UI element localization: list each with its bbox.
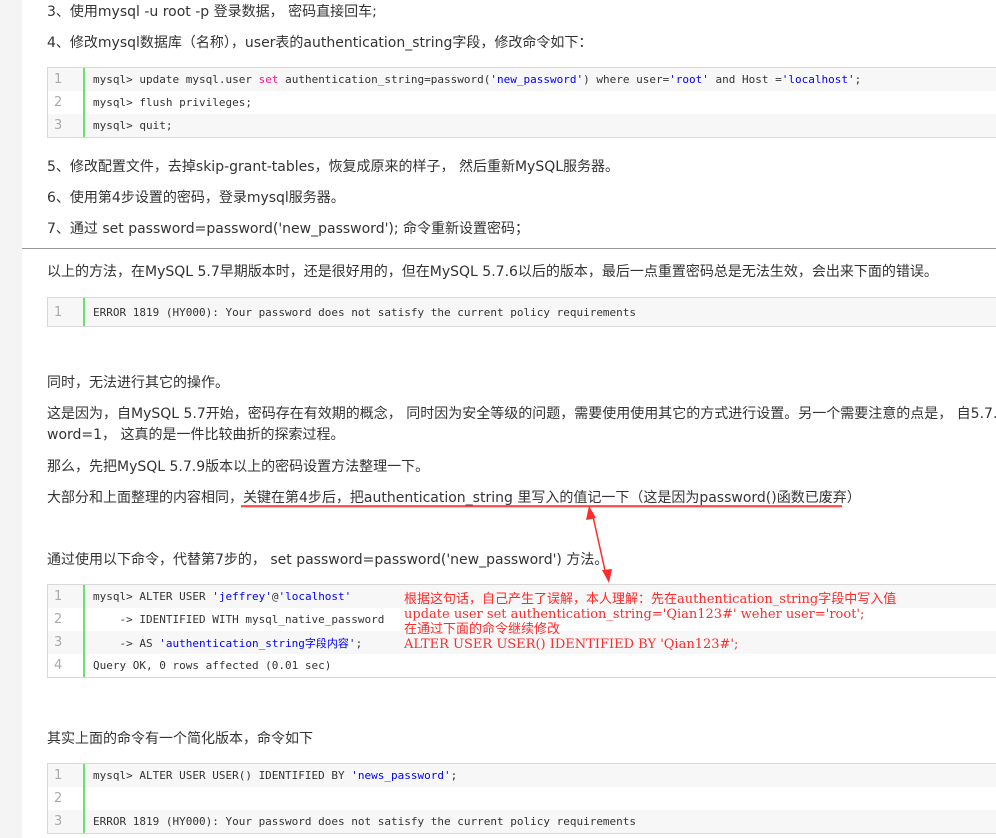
code-line: 2 mysql> flush privileges; bbox=[48, 91, 996, 114]
intro-paragraph: 以上的方法，在MySQL 5.7早期版本时，还是很好用的，但在MySQL 5.7… bbox=[47, 264, 938, 280]
line-number: 1 bbox=[48, 68, 85, 91]
step-7: 7、通过 set password=password('new_password… bbox=[47, 221, 530, 237]
line-number: 3 bbox=[48, 114, 85, 137]
step-4: 4、修改mysql数据库（名称），user表的authentication_st… bbox=[47, 35, 593, 51]
code-line: 3 ERROR 1819 (HY000): Your password does… bbox=[48, 810, 996, 833]
line-number: 1 bbox=[48, 764, 85, 787]
line-number: 3 bbox=[48, 810, 85, 833]
code-block-error: 1 ERROR 1819 (HY000): Your password does… bbox=[47, 297, 996, 327]
code-text: mysql> ALTER USER USER() IDENTIFIED BY '… bbox=[93, 769, 458, 782]
paragraph-most-start: 大部分和上面整理的内容相同， bbox=[47, 490, 243, 506]
red-annotation: 根据这句话，自己产生了误解，本人理解：先在authentication_stri… bbox=[404, 592, 896, 652]
code-text: -> AS 'authentication_string字段内容'; bbox=[93, 636, 363, 650]
code-block-simple: 1 mysql> ALTER USER USER() IDENTIFIED BY… bbox=[47, 763, 996, 834]
paragraph-because-line1: 这是因为，自MySQL 5.7开始，密码存在有效期的概念， 同时因为安全等级的问… bbox=[47, 406, 996, 422]
code-text: mysql> ALTER USER 'jeffrey'@'localhost' bbox=[93, 590, 352, 603]
code-line: 1 ERROR 1819 (HY000): Your password does… bbox=[48, 298, 996, 326]
step-6: 6、使用第4步设置的密码，登录mysql服务器。 bbox=[47, 190, 345, 206]
annotation-line: ALTER USER USER() IDENTIFIED BY 'Qian123… bbox=[404, 637, 739, 652]
line-number: 1 bbox=[48, 585, 85, 608]
paragraph-then: 那么，先把MySQL 5.7.9版本以上的密码设置方法整理一下。 bbox=[47, 459, 430, 475]
annotation-line: 在通过下面的命令继续修改 bbox=[404, 622, 561, 637]
code-text: Query OK, 0 rows affected (0.01 sec) bbox=[93, 659, 332, 672]
code-text: ERROR 1819 (HY000): Your password does n… bbox=[93, 305, 637, 319]
line-number: 3 bbox=[48, 631, 85, 654]
arrow-head-down bbox=[602, 569, 612, 583]
code-text: mysql> flush privileges; bbox=[93, 96, 252, 109]
step-5: 5、修改配置文件，去掉skip-grant-tables，恢复成原来的样子， 然… bbox=[47, 159, 620, 175]
code-text: ERROR 1819 (HY000): Your password does n… bbox=[93, 815, 637, 828]
paragraph-simple: 其实上面的命令有一个简化版本，命令如下 bbox=[47, 731, 313, 747]
divider bbox=[22, 248, 996, 249]
line-number: 4 bbox=[48, 654, 85, 677]
code-block-update: 1 mysql> update mysql.user set authentic… bbox=[47, 67, 996, 138]
arrow-head-up bbox=[586, 506, 596, 520]
line-number: 2 bbox=[48, 608, 85, 631]
code-text: mysql> update mysql.user set authenticat… bbox=[93, 73, 862, 86]
paragraph-most: 大部分和上面整理的内容相同，关键在第4步后，把authentication_st… bbox=[47, 488, 861, 508]
code-text: mysql> quit; bbox=[93, 119, 173, 132]
step-3: 3、使用mysql -u root -p 登录数据， 密码直接回车; bbox=[47, 4, 377, 20]
paragraph-via: 通过使用以下命令，代替第7步的， set password=password('… bbox=[47, 552, 609, 568]
paragraph-same-time: 同时，无法进行其它的操作。 bbox=[47, 375, 229, 391]
annotation-line: 根据这句话，自己产生了误解，本人理解：先在authentication_stri… bbox=[404, 592, 897, 607]
code-line: 2 bbox=[48, 787, 996, 810]
code-line: 3 mysql> quit; bbox=[48, 114, 996, 137]
left-margin bbox=[0, 0, 22, 838]
code-line: 1 mysql> ALTER USER USER() IDENTIFIED BY… bbox=[48, 764, 996, 787]
code-line: 1 mysql> update mysql.user set authentic… bbox=[48, 68, 996, 91]
annotation-line: update user set authentication_string='Q… bbox=[404, 607, 865, 622]
line-number: 2 bbox=[48, 91, 85, 114]
line-number: 1 bbox=[48, 298, 85, 326]
code-line: 4 Query OK, 0 rows affected (0.01 sec) bbox=[48, 654, 996, 677]
paragraph-because-line2: word=1， 这真的是一件比较曲折的探索过程。 bbox=[47, 427, 345, 443]
highlighted-sentence: 关键在第4步后，把authentication_string 里写入的值记一下（… bbox=[243, 490, 861, 506]
line-number: 2 bbox=[48, 787, 85, 810]
code-text: -> IDENTIFIED WITH mysql_native_password bbox=[93, 613, 385, 626]
